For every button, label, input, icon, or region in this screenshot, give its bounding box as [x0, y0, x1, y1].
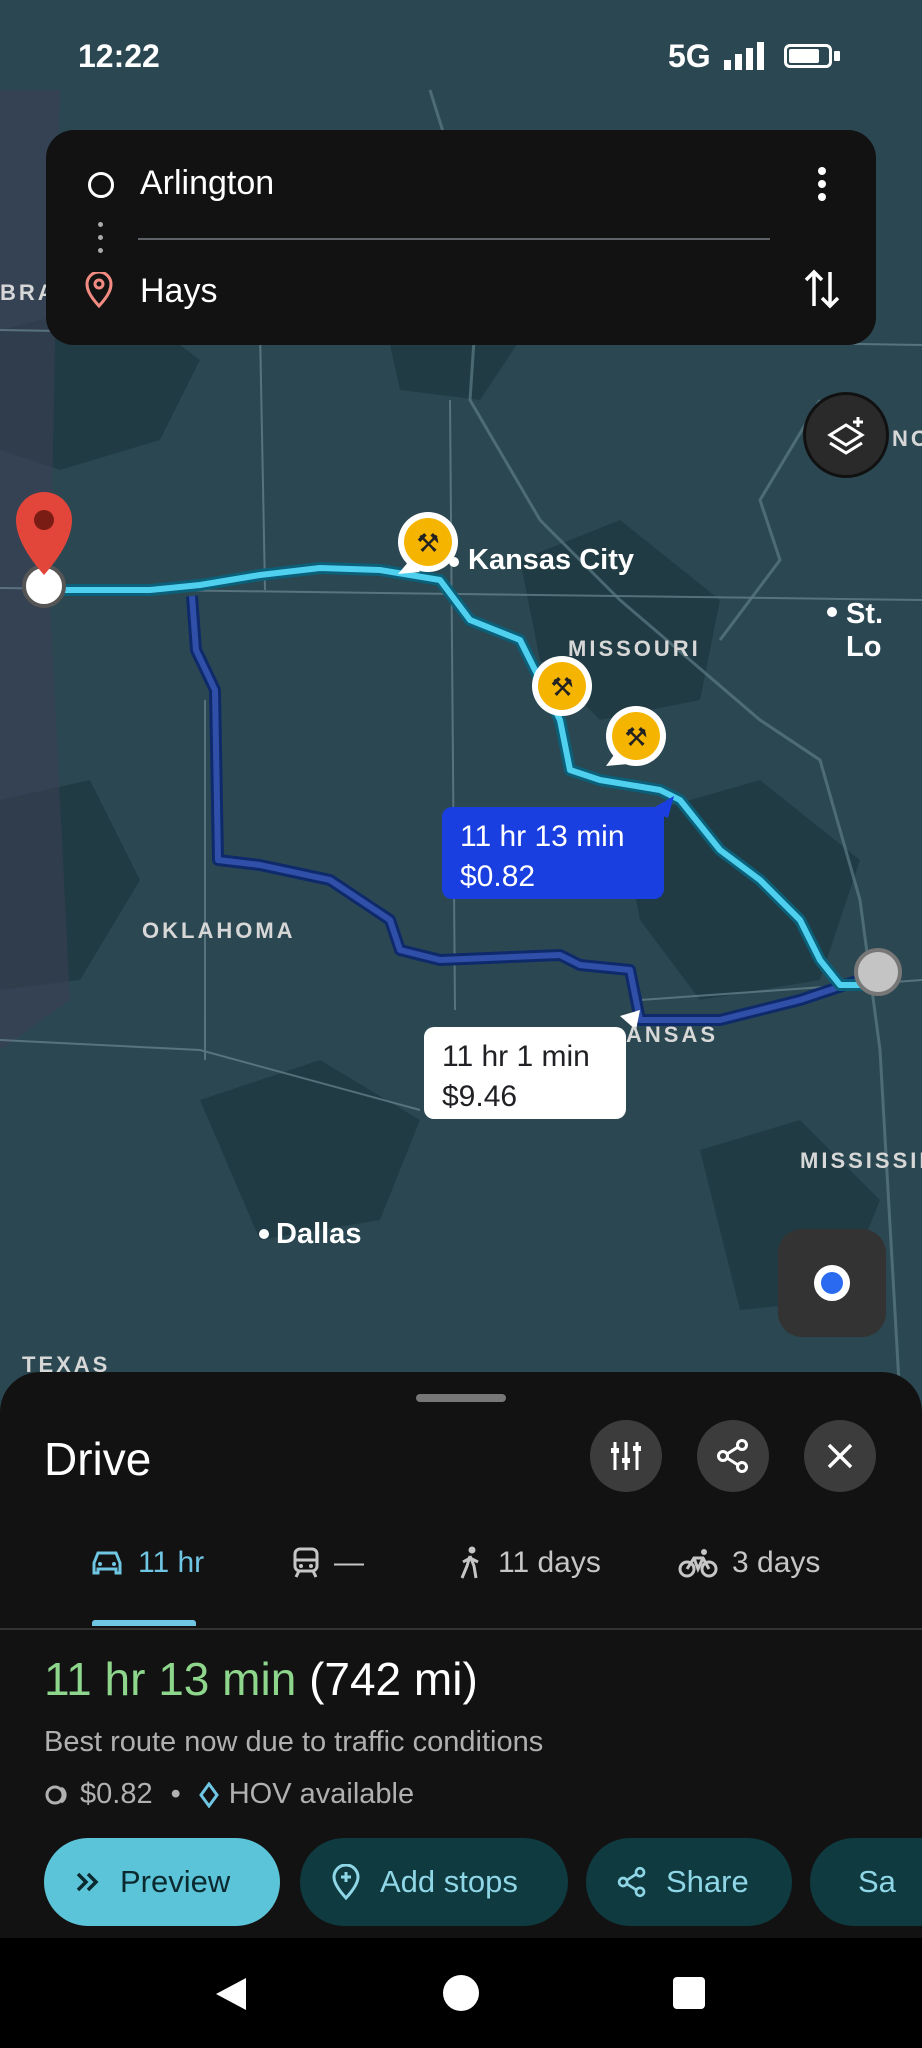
state-label: MISSISSIP [800, 1148, 922, 1173]
double-chevron-icon [76, 1872, 99, 1892]
route-dots-icon [98, 222, 103, 261]
svg-text:⚒: ⚒ [624, 722, 647, 752]
close-button[interactable] [804, 1420, 876, 1492]
directions-card: Arlington Hays [46, 130, 876, 345]
signal-icon [724, 42, 764, 70]
state-label: OKLAHOMA [142, 918, 296, 943]
route-toll: $0.82 [80, 1778, 153, 1810]
save-button[interactable]: Sa [810, 1838, 922, 1926]
share-icon [717, 1439, 748, 1473]
route-note: Best route now due to traffic conditions [44, 1726, 544, 1758]
route-time-label: 11 hr 13 min [460, 820, 625, 853]
tab-drive[interactable]: 11 hr [90, 1546, 204, 1580]
state-label: ANSAS [626, 1022, 719, 1047]
svg-text:⚒: ⚒ [550, 672, 573, 702]
my-location-button[interactable] [778, 1229, 886, 1337]
add-stops-button[interactable]: Add stops [300, 1838, 568, 1926]
route-summary[interactable]: 11 hr 13 min (742 mi) [44, 1652, 478, 1706]
system-nav-bar [0, 1938, 922, 2048]
toll-icon [45, 1785, 67, 1804]
layers-button[interactable] [803, 392, 889, 478]
tab-walk[interactable]: 11 days [458, 1546, 601, 1580]
sheet-drag-handle[interactable] [416, 1394, 506, 1402]
battery-icon [784, 44, 832, 68]
route-distance: (742 mi) [309, 1653, 478, 1705]
tab-transit[interactable]: — [292, 1546, 364, 1580]
route-toll-label: $0.82 [460, 860, 536, 893]
bike-icon [678, 1549, 718, 1578]
hov-label: HOV available [228, 1778, 415, 1810]
layers-icon [827, 417, 865, 455]
route-duration: 11 hr 13 min [44, 1653, 297, 1705]
construction-icon: ⚒ [532, 656, 592, 716]
add-location-icon [332, 1864, 360, 1900]
route-options-button[interactable] [590, 1420, 662, 1492]
back-icon[interactable] [212, 1974, 250, 2014]
share-route-button[interactable] [697, 1420, 769, 1492]
tab-label: — [334, 1546, 364, 1579]
route-time-label: 11 hr 1 min [442, 1040, 590, 1073]
city-label: Kansas City [468, 544, 635, 576]
svg-text:⚒: ⚒ [416, 528, 439, 558]
status-time: 12:22 [78, 38, 160, 74]
car-icon [92, 1551, 122, 1575]
route-toll-label: $9.46 [442, 1080, 518, 1113]
more-options-icon[interactable] [816, 166, 828, 202]
state-label: MISSOURI [568, 636, 701, 661]
hov-diamond-icon [198, 1781, 219, 1808]
active-tab-indicator [92, 1620, 196, 1626]
network-type: 5G [668, 38, 711, 74]
travel-mode-tabs: 11 hr — 11 days 3 days [0, 1522, 922, 1630]
train-icon [293, 1547, 319, 1578]
close-icon [827, 1443, 853, 1469]
recents-icon[interactable] [672, 1976, 706, 2010]
route-bubble-primary[interactable]: 11 hr 13 min $0.82 [442, 807, 664, 899]
home-icon[interactable] [442, 1974, 480, 2012]
route-extra-info: $0.82 • HOV available [44, 1778, 414, 1811]
share-button[interactable]: Share [586, 1838, 792, 1926]
tab-label: 11 hr [138, 1546, 205, 1579]
construction-icon: ⚒ [606, 706, 666, 766]
state-label: NO [892, 426, 922, 451]
origin-marker-icon [854, 948, 902, 996]
city-label: Dallas [276, 1218, 362, 1250]
destination-pin-outline-icon [85, 272, 113, 308]
tune-icon [611, 1442, 641, 1470]
sheet-title: Drive [44, 1433, 152, 1485]
destination-field[interactable]: Hays [140, 272, 217, 311]
origin-field[interactable]: Arlington [140, 164, 274, 203]
status-bar: 12:22 5G [0, 0, 922, 110]
city-label: St. Lo [846, 598, 884, 663]
preview-button[interactable]: Preview [44, 1838, 280, 1926]
share-icon [617, 1866, 646, 1898]
tab-label: 3 days [732, 1546, 821, 1579]
swap-directions-icon[interactable] [802, 266, 842, 312]
origin-circle-icon [88, 172, 114, 198]
tab-label: 11 days [498, 1546, 601, 1579]
tab-bike[interactable]: 3 days [678, 1546, 820, 1580]
walk-icon [460, 1546, 479, 1579]
route-bubble-alternate[interactable]: 11 hr 1 min $9.46 [424, 1027, 626, 1119]
